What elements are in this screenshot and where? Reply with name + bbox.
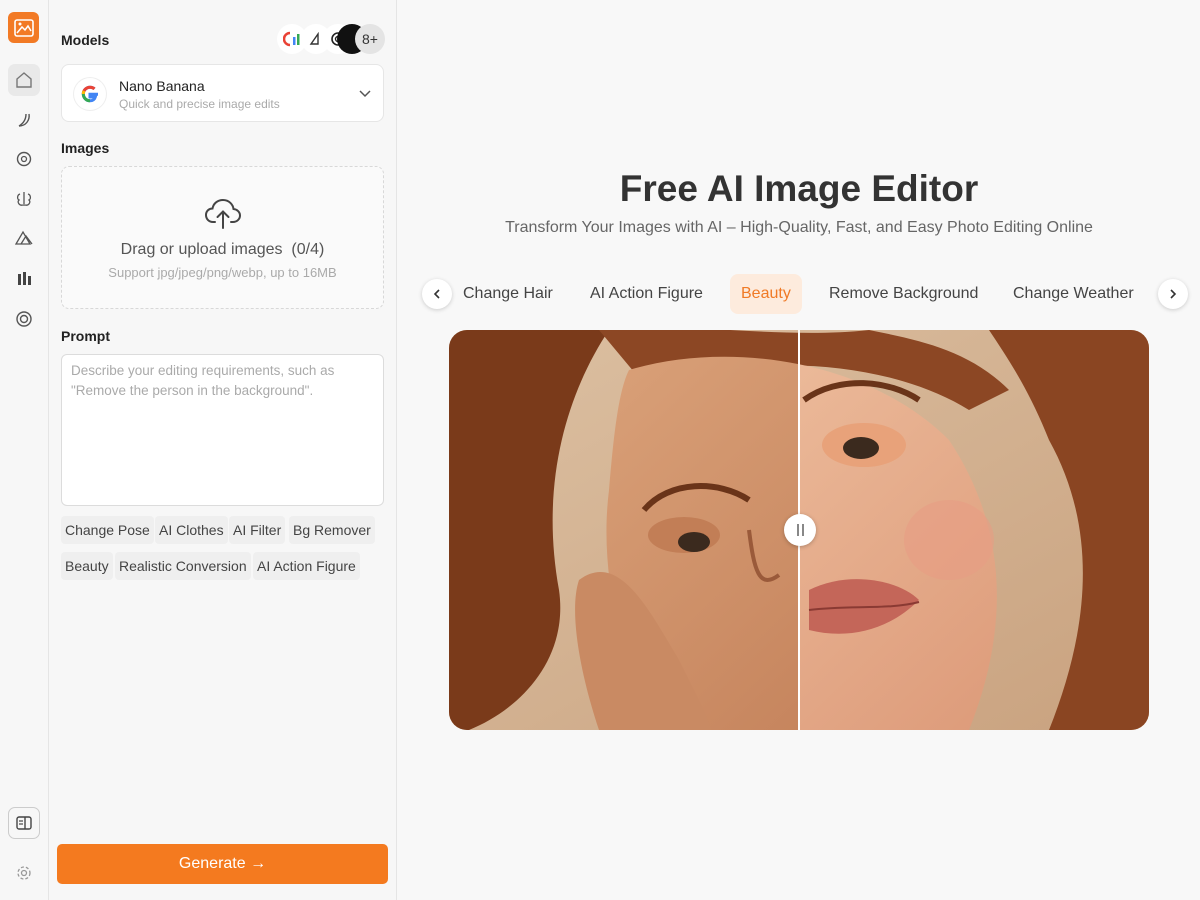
- generate-button[interactable]: Generate →: [57, 844, 388, 884]
- models-label: Models: [61, 32, 110, 48]
- model-select[interactable]: Nano Banana Quick and precise image edit…: [61, 64, 384, 122]
- gear-icon[interactable]: [8, 857, 40, 889]
- upload-title: Drag or upload images (0/4): [120, 241, 325, 258]
- upload-subtitle: Support jpg/jpeg/png/webp, up to 16MB: [108, 265, 337, 280]
- images-label: Images: [61, 140, 110, 156]
- model-description: Quick and precise image edits: [119, 97, 280, 111]
- tab-remove-background[interactable]: Remove Background: [818, 274, 989, 314]
- prompt-label: Prompt: [61, 328, 110, 344]
- main-content: Free AI Image Editor Transform Your Imag…: [398, 0, 1200, 900]
- mountain-icon[interactable]: [8, 222, 40, 254]
- app-logo-icon[interactable]: [8, 12, 39, 43]
- tab-beauty[interactable]: Beauty: [730, 274, 802, 314]
- icon-rail: [0, 0, 49, 900]
- home-icon[interactable]: [8, 64, 40, 96]
- target-icon[interactable]: [8, 303, 40, 335]
- chip-bg-remover[interactable]: Bg Remover: [289, 516, 375, 544]
- cloud-upload-icon: [204, 197, 242, 236]
- chevron-left-icon[interactable]: [422, 279, 452, 309]
- google-logo-icon: [74, 78, 106, 110]
- model-name: Nano Banana: [119, 78, 205, 94]
- tab-ai-action-figure[interactable]: AI Action Figure: [579, 274, 714, 314]
- upload-count: (0/4): [291, 241, 325, 258]
- bars-icon[interactable]: [8, 263, 40, 295]
- chevron-down-icon: [357, 85, 373, 106]
- tab-change-hair[interactable]: Change Hair: [452, 274, 564, 314]
- tab-change-weather[interactable]: Change Weather: [1002, 274, 1145, 314]
- page-subtitle: Transform Your Images with AI – High-Qua…: [505, 219, 1093, 236]
- chip-change-pose[interactable]: Change Pose: [61, 516, 154, 544]
- image-upload-dropzone[interactable]: Drag or upload images (0/4) Support jpg/…: [61, 166, 384, 309]
- chevron-right-icon[interactable]: [1158, 279, 1188, 309]
- sidebar-toggle-icon[interactable]: [8, 807, 40, 839]
- chip-ai-filter[interactable]: AI Filter: [229, 516, 286, 544]
- openai-icon[interactable]: [8, 143, 40, 175]
- chip-ai-action-figure[interactable]: AI Action Figure: [253, 552, 360, 580]
- chip-beauty[interactable]: Beauty: [61, 552, 113, 580]
- chip-realistic-conversion[interactable]: Realistic Conversion: [115, 552, 251, 580]
- prompt-input[interactable]: [61, 354, 384, 506]
- before-after-comparison[interactable]: [449, 330, 1149, 730]
- comparison-slider-handle[interactable]: [784, 514, 816, 546]
- chip-ai-clothes[interactable]: AI Clothes: [155, 516, 228, 544]
- page-title: Free AI Image Editor: [619, 168, 979, 209]
- banana-icon[interactable]: [8, 104, 40, 136]
- feature-tabs: Change Hair AI Action Figure Beauty Remo…: [398, 274, 1200, 314]
- model-logos[interactable]: 8+: [277, 24, 387, 56]
- more-models-badge: 8+: [355, 24, 385, 54]
- editor-panel: Models 8+ Nano Banana Quick and precise …: [49, 0, 397, 900]
- brain-icon[interactable]: [8, 183, 40, 215]
